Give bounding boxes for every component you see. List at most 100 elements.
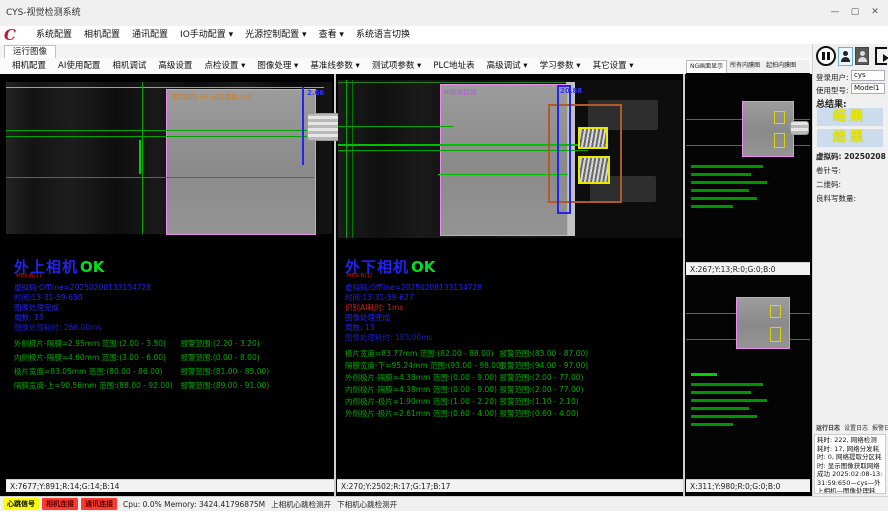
measurement-row: 极片宽度=83.05mm 范围:(80.00 - 86.00) 报警范围:(81… [14,365,269,379]
measure-green-line [338,126,453,127]
small-view-tabs: NG画面显示所有内膜图起拍内膜图 [686,60,810,74]
info-line: 时间:13-31-59-650 [14,293,151,303]
log-text[interactable]: 耗时: 222, 网络检测耗时: 17, 网络分发耗时: 0, 网络提取分区耗时… [814,434,886,494]
menu-item[interactable]: 查看 ▾ [313,26,350,44]
side-panel-buttons [816,45,888,67]
toolbar-item[interactable]: 点检设置 ▾ [198,58,251,74]
measurement-label: 外侧极片-极片=2.61mm 范围:(0.60 - 4.00) [345,408,497,420]
toolbar-item[interactable]: 相机配置 [6,58,52,74]
toolbar-item[interactable]: 测试项参数 ▾ [366,58,427,74]
small-view-tab[interactable]: 所有内膜图 [727,60,763,73]
mini-text-line [691,407,749,410]
mini-text-line [691,173,751,176]
exit-button[interactable] [871,46,888,66]
roi-yellow-rect [578,127,608,149]
alarm-range: 报警范围:(83.00 - 87.00) [499,349,588,358]
menu-item[interactable]: 相机配置 [78,26,126,44]
person-icon [858,57,867,62]
mini-text-line [691,399,767,402]
menu-item[interactable]: 通讯配置 [126,26,174,44]
measurement-label: 外侧极片-隔膜=4.38mm 范围:(0.00 - 9.00) [345,372,497,384]
toolbar-item[interactable]: 图像处理 ▾ [251,58,304,74]
roi-yellow-rect [578,156,610,184]
pause-button[interactable] [816,46,836,66]
small-view-2[interactable] [686,275,810,479]
user-switch-button[interactable] [855,47,869,65]
alarm-range: 报警范围:(81.00 - 85.00) [180,367,269,376]
info-line: 图像处理完成 [14,303,151,313]
measurement-label: 隔膜宽度-下=95.24mm 范围:(93.00 - 98.00) [345,360,497,372]
alarm-range: 报警范围:(2.20 - 3.20) [180,339,259,348]
tab-run-image[interactable]: 运行图像 [4,45,56,59]
toolbar-item[interactable]: AI使用配置 [52,58,106,74]
alarm-range: 报警范围:(89.00 - 91.00) [180,381,269,390]
toolbar-item[interactable]: 其它设置 ▾ [587,58,640,74]
alarm-range: 报警范围:(1.10 - 2.10) [499,397,578,406]
measurement-label: 内侧极片-隔膜=4.60mm 范围:(3.00 - 6.00) [14,351,178,365]
cell-region [166,89,316,235]
roi-yellow-rect [770,327,781,342]
model-field[interactable]: Model1 [851,83,885,94]
left-camera-image[interactable]: 2.66 固定阈值:93, 动态阈值:100 [6,82,332,234]
right-info-lines: 虚拟码:Offline=20250208133134728时间:13-31-59… [345,283,482,343]
left-mes-tag: MES:B[1] [16,273,41,279]
menu-item[interactable]: 光源控制配置 ▾ [239,26,312,44]
roi-yellow-rect [774,133,785,148]
menu-item[interactable]: 系统语言切换 [350,26,416,44]
toolbar-items: 相机配置AI使用配置相机调试高级设置点检设置 ▾图像处理 ▾基准线参数 ▾测试项… [6,58,640,74]
model-label: 使用型号: [816,85,849,96]
info-line: 周数: 13 [345,323,482,333]
mini-text-line [691,205,733,208]
menu-item[interactable]: 系统配置 [30,26,78,44]
alarm-range: 报警范围:(2.00 - 77.00) [499,385,583,394]
right-camera-image[interactable]: AI检测区域 20.88 [338,80,682,238]
toolbar-item[interactable]: 基准线参数 ▾ [304,58,365,74]
cell-region [742,101,794,157]
menu-item[interactable]: IO手动配置 ▾ [174,26,239,44]
toolbar-item[interactable]: 相机调试 [106,58,152,74]
log-tab[interactable]: 运行日志 [814,424,842,434]
toolbar-item[interactable]: 学习参数 ▾ [534,58,587,74]
upper-camera-heartbeat-text: 上相机心跳检测开 [271,499,331,510]
info-line: 识别AI耗时: 1ms [345,303,482,313]
measurement-label: 极片宽度=83.77mm 范围:(82.00 - 88.00) [345,348,497,360]
edge-green-segment [139,140,141,174]
menu-items: 系统配置相机配置通讯配置IO手动配置 ▾光源控制配置 ▾查看 ▾系统语言切换 [30,26,416,44]
small-view-1-coords: X:267;Y:13;R:0;G:0;B:0 [686,262,810,275]
window-controls: — ▢ ✕ [828,5,882,21]
qr-code-label: 二维码: [816,179,841,190]
toolbar-item[interactable]: PLC地址表 [427,58,480,74]
info-line: 虚拟码:Offline=20250208133134728 [345,283,482,293]
measurement-row: 内侧极片-极片=1.90mm 范围:(1.00 - 2.20) 报警范围:(1.… [345,396,588,408]
measurement-label: 内侧极片-隔膜=4.38mm 范围:(0.00 - 9.00) [345,384,497,396]
measure-green-line [6,130,332,131]
close-button[interactable]: ✕ [868,5,882,19]
cpu-memory-text: Cpu: 0.0% Memory: 3424.41796875M [123,500,265,509]
minimize-button[interactable]: — [828,5,842,19]
measurement-row: 隔膜宽度-上=90.56mm 范围:(88.00 - 92.00) 报警范围:(… [14,379,269,393]
alarm-range: 报警范围:(0.60 - 4.00) [499,409,578,418]
edge-green-line [346,80,347,238]
measurement-label: 内侧极片-极片=1.90mm 范围:(1.00 - 2.20) [345,396,497,408]
user-login-button[interactable] [838,47,853,66]
virtual-code-value: 20250208 [844,152,886,161]
small-view-1[interactable] [686,73,810,262]
log-tab[interactable]: 设置日志 [842,424,870,434]
alarm-range: 报警范围:(0.00 - 8.00) [180,353,259,362]
toolbar-item[interactable]: 高级调试 ▾ [481,58,534,74]
left-info-lines: 虚拟码:Offline=20250208133134728时间:13-31-59… [14,283,151,333]
tab-connector-part [790,121,809,135]
info-line: 图像处理完成 [345,313,482,323]
maximize-button[interactable]: ▢ [848,5,862,19]
edge-green-line [142,82,143,234]
small-view-tab[interactable]: 起拍内膜图 [763,60,799,73]
threshold-label: 固定阈值:93, 动态阈值:100 [171,91,252,101]
small-view-2-coords: X:311;Y:980;R:0;G:0;B:0 [686,479,810,492]
alarm-range: 报警范围:(94.00 - 97.00) [499,361,588,370]
toolbar-item[interactable]: 高级设置 [152,58,198,74]
login-user-label: 登录用户: [816,72,849,83]
result-box-1: 结果 [817,108,883,126]
small-view-tab[interactable]: NG画面显示 [686,60,727,73]
log-tab[interactable]: 报警日志 [870,424,888,434]
login-user-field[interactable]: cys [851,70,885,81]
